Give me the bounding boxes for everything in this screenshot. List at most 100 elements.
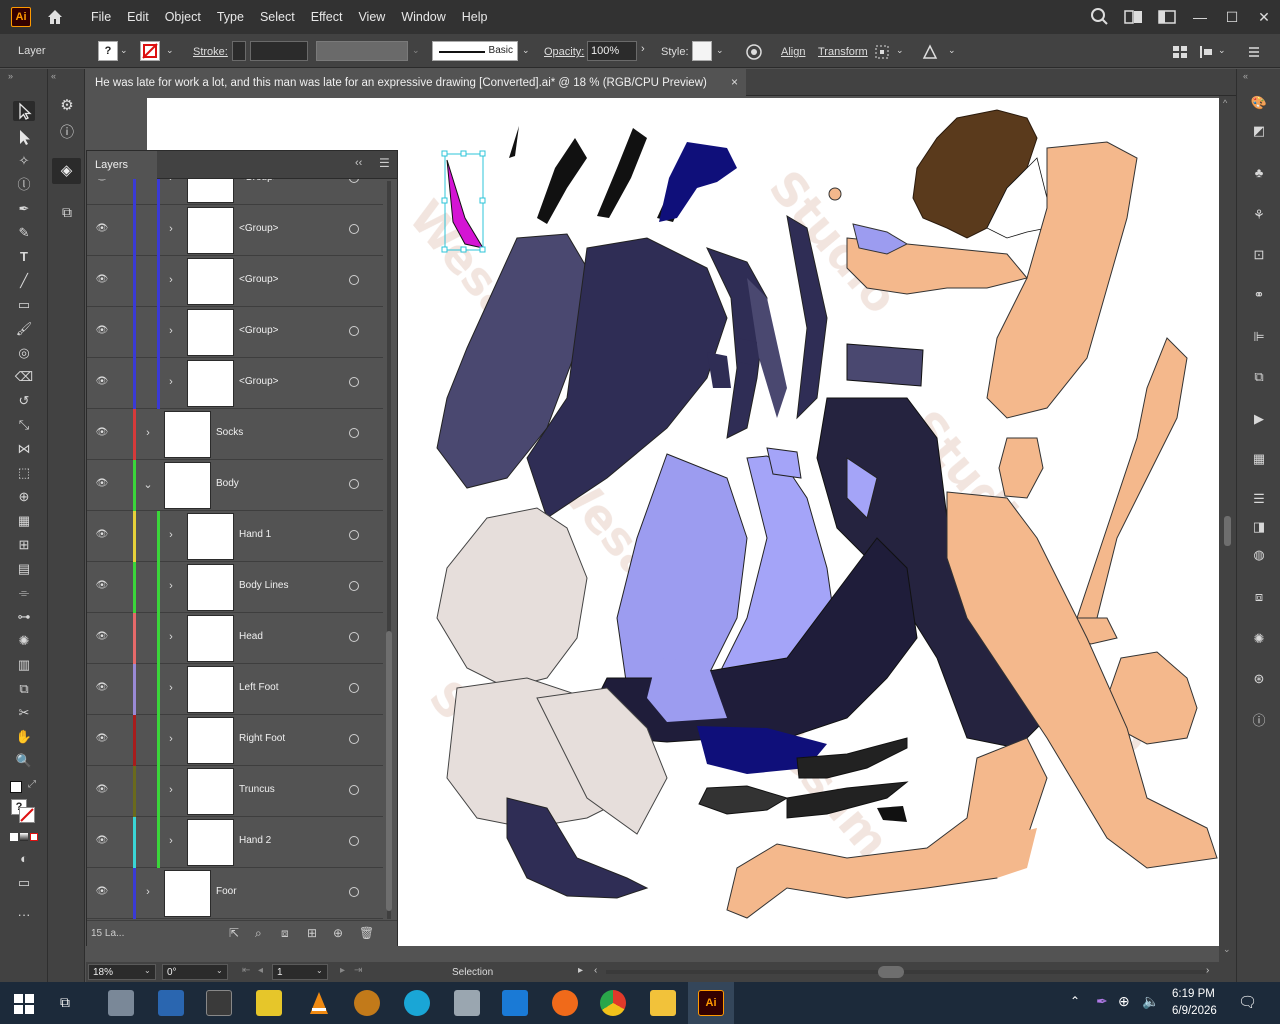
last-artboard-icon[interactable]: ⇥ <box>354 965 362 976</box>
layer-name[interactable]: Foor <box>216 886 237 897</box>
close-window-button[interactable]: ✕ <box>1248 0 1280 34</box>
stroke-swatch[interactable] <box>140 41 160 61</box>
opacity-label[interactable]: Opacity: <box>544 46 584 58</box>
screen-mode-icon[interactable]: ▭ <box>13 873 35 893</box>
variable-width-profile[interactable] <box>316 41 408 61</box>
taskbar-app-7-icon[interactable] <box>502 990 528 1016</box>
visibility-eye-icon[interactable]: 👁 <box>95 733 109 747</box>
layer-name[interactable]: Right Foot <box>239 733 285 744</box>
firefox-icon[interactable] <box>552 990 578 1016</box>
graphic-styles-icon[interactable]: ✺ <box>1248 629 1270 649</box>
chevron-right-icon[interactable]: › <box>165 529 177 543</box>
chevron-right-icon[interactable]: › <box>641 43 645 55</box>
clock-time[interactable]: 6:19 PM <box>1172 988 1215 1000</box>
visibility-eye-icon[interactable]: 👁 <box>95 580 109 594</box>
visibility-eye-icon[interactable]: 👁 <box>95 529 109 543</box>
stroke-label[interactable]: Stroke: <box>193 46 228 58</box>
menu-help[interactable]: Help <box>462 10 488 24</box>
chevron-right-icon[interactable]: › <box>165 376 177 390</box>
target-circle-icon[interactable] <box>349 479 359 489</box>
paintbrush-tool-icon[interactable]: 🖌 <box>13 319 35 339</box>
target-circle-icon[interactable] <box>349 683 359 693</box>
gradient-panel-icon[interactable]: ◨ <box>1248 517 1270 537</box>
layer-row[interactable]: 👁 › <Group> <box>87 205 383 256</box>
slice-tool-icon[interactable]: ✂ <box>13 703 35 723</box>
eyedropper-tool-icon[interactable]: ⌯ <box>13 583 35 603</box>
transform-link[interactable]: Transform <box>818 46 868 58</box>
curvature-tool-icon[interactable]: ✎ <box>13 223 35 243</box>
visibility-eye-icon[interactable]: 👁 <box>95 478 109 492</box>
hand-tool-icon[interactable]: ✋ <box>13 727 35 747</box>
layer-row[interactable]: 👁 › <Group> <box>87 358 383 409</box>
document-tab[interactable]: He was late for work a lot, and this man… <box>86 69 746 96</box>
layers-panel-icon[interactable]: ◈ <box>52 158 81 184</box>
target-circle-icon[interactable] <box>349 326 359 336</box>
target-circle-icon[interactable] <box>349 887 359 897</box>
previous-artboard-icon[interactable]: ◂ <box>258 965 263 976</box>
layer-row[interactable]: 👁 › Truncus <box>87 766 383 817</box>
visibility-eye-icon[interactable]: 👁 <box>95 223 109 237</box>
chevron-down-icon[interactable]: ⌄ <box>142 478 154 492</box>
pathfinder-icon[interactable]: ⧉ <box>1248 367 1270 387</box>
taskbar-studio-icon[interactable] <box>206 990 232 1016</box>
links-icon[interactable]: ⚭ <box>1248 285 1270 305</box>
visibility-eye-icon[interactable]: 👁 <box>95 325 109 339</box>
shaper-tool-icon[interactable]: ◎ <box>13 343 35 363</box>
layer-name[interactable]: <Group> <box>239 376 278 387</box>
notifications-icon[interactable]: 🗨 <box>1238 993 1257 1011</box>
visibility-eye-icon[interactable]: 👁 <box>95 427 109 441</box>
visibility-eye-icon[interactable]: 👁 <box>95 682 109 696</box>
chevron-down-icon[interactable]: ⌄ <box>716 45 724 56</box>
align-link[interactable]: Align <box>781 46 805 58</box>
chevron-right-icon[interactable]: › <box>165 223 177 237</box>
swatches-icon[interactable]: ♣ <box>1248 163 1270 183</box>
chevron-right-icon[interactable]: › <box>165 179 177 186</box>
zoom-tool-icon[interactable]: 🔍 <box>13 751 35 771</box>
target-circle-icon[interactable] <box>349 179 359 183</box>
layer-row[interactable]: 👁 › Left Foot <box>87 664 383 715</box>
illustrator-taskbar-icon[interactable]: Ai <box>698 990 724 1016</box>
opacity-field[interactable]: 100% <box>587 41 637 61</box>
layer-name[interactable]: Hand 1 <box>239 529 271 540</box>
recolor-artwork-icon[interactable] <box>744 42 764 62</box>
windows-start-icon[interactable] <box>14 994 34 1014</box>
layer-name[interactable]: <Group> <box>239 325 278 336</box>
layer-name[interactable]: Body Lines <box>239 580 288 591</box>
layer-name[interactable]: Hand 2 <box>239 835 271 846</box>
vlc-icon[interactable] <box>306 990 332 1016</box>
chevron-down-icon[interactable]: ⌄ <box>144 966 151 975</box>
line-tool-icon[interactable]: ╱ <box>13 271 35 291</box>
target-circle-icon[interactable] <box>349 734 359 744</box>
gradient-tool-icon[interactable]: ▤ <box>13 559 35 579</box>
scroll-right-icon[interactable]: › <box>1206 965 1209 976</box>
brushes-icon[interactable]: ⚘ <box>1248 205 1270 225</box>
rectangle-tool-icon[interactable]: ▭ <box>13 295 35 315</box>
arrange-documents-icon[interactable] <box>1116 0 1150 34</box>
chevron-up-icon[interactable]: ⌃ <box>1070 994 1080 1008</box>
symbols-icon[interactable]: ⊡ <box>1248 245 1270 265</box>
visibility-eye-icon[interactable]: 👁 <box>95 179 109 186</box>
layer-row[interactable]: 👁 › <Group> <box>87 179 383 205</box>
layers-scrollbar[interactable] <box>383 181 395 919</box>
maximize-button[interactable]: ☐ <box>1216 0 1248 34</box>
panel-menu-icon[interactable]: ☰ <box>379 156 390 170</box>
target-circle-icon[interactable] <box>349 632 359 642</box>
collapse-icon[interactable]: » <box>8 71 13 81</box>
stroke-color-icon[interactable] <box>19 807 35 823</box>
layer-name[interactable]: Body <box>216 478 239 489</box>
default-colors-icon[interactable] <box>10 781 22 793</box>
eraser-tool-icon[interactable]: ⌫ <box>13 367 35 387</box>
chevron-right-icon[interactable]: › <box>142 886 154 900</box>
workspace-icon[interactable] <box>1150 0 1184 34</box>
target-circle-icon[interactable] <box>349 377 359 387</box>
draw-mode-icon[interactable]: ◐ <box>13 849 35 869</box>
chrome-icon[interactable] <box>600 990 626 1016</box>
visibility-eye-icon[interactable]: 👁 <box>95 376 109 390</box>
magic-wand-tool-icon[interactable]: ✧ <box>13 151 35 171</box>
chevron-down-icon[interactable]: ⌄ <box>412 45 420 56</box>
artboard-tool-icon[interactable]: ⧉ <box>13 679 35 699</box>
panel-menu-icon[interactable] <box>1244 42 1264 62</box>
layer-row[interactable]: 👁 › Head <box>87 613 383 664</box>
locate-object-icon[interactable]: ⌕ <box>255 926 262 941</box>
isolate-icon[interactable] <box>920 42 940 62</box>
